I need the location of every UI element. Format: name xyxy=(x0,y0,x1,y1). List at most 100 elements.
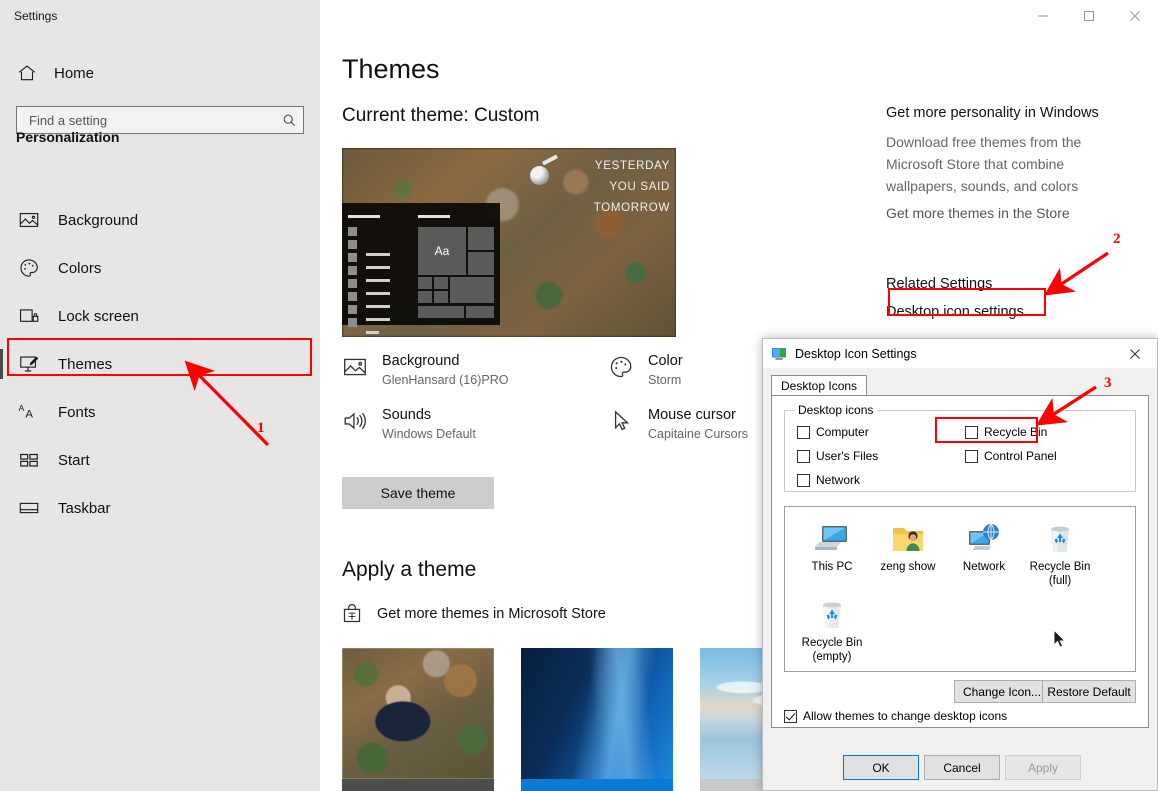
checkbox-box[interactable] xyxy=(965,425,978,439)
preview-icon-recycle-bin-full[interactable]: Recycle Bin (full) xyxy=(1021,519,1099,588)
sidebar-home-label: Home xyxy=(54,64,95,82)
close-icon xyxy=(1130,11,1140,21)
preview-icon-recycle-bin-empty[interactable]: Recycle Bin (empty) xyxy=(793,595,871,664)
palette-icon xyxy=(610,356,632,378)
preview-quote: YESTERDAY YOU SAID TOMORROW xyxy=(594,156,670,219)
checkbox-allow-themes-change-icons[interactable]: Allow themes to change desktop icons xyxy=(784,709,1007,723)
checkbox-control-panel[interactable]: Control Panel xyxy=(965,449,1057,463)
get-more-themes-microsoft-store-link[interactable]: Get more themes in Microsoft Store xyxy=(342,604,606,624)
maximize-icon xyxy=(1084,11,1094,21)
apply-button: Apply xyxy=(1005,755,1081,780)
theme-setting-background[interactable]: Background GlenHansard (16)PRO xyxy=(342,352,508,389)
dialog-title: Desktop Icon Settings xyxy=(795,346,917,361)
quote-line: YOU SAID xyxy=(609,181,670,193)
start-menu-tiles: Aa xyxy=(418,227,496,321)
checkbox-users-files[interactable]: User's Files xyxy=(797,449,878,463)
sidebar-item-fonts[interactable]: A A Fonts xyxy=(0,388,320,436)
theme-thumbnail[interactable] xyxy=(521,648,673,791)
minimize-button[interactable] xyxy=(1020,0,1066,32)
quote-line: TOMORROW xyxy=(593,202,670,214)
theme-setting-sounds[interactable]: Sounds Windows Default xyxy=(342,406,476,443)
checkbox-box[interactable] xyxy=(797,473,810,487)
checkbox-computer[interactable]: Computer xyxy=(797,425,869,439)
thumbnail-image xyxy=(521,648,673,779)
setting-value: Storm xyxy=(648,373,682,387)
start-menu-header-line xyxy=(348,215,380,218)
close-button[interactable] xyxy=(1112,0,1158,32)
theme-preview: YESTERDAY YOU SAID TOMORROW Aa xyxy=(342,148,676,337)
sidebar-nav: Background Colors Lock screen Themes A A… xyxy=(0,196,320,532)
taskbar-icon xyxy=(19,502,39,514)
palette-icon xyxy=(20,259,38,277)
sidebar-label: Fonts xyxy=(58,403,96,421)
checkbox-recycle-bin[interactable]: Recycle Bin xyxy=(965,425,1047,439)
setting-value: GlenHansard (16)PRO xyxy=(382,373,509,387)
sidebar-item-start[interactable]: Start xyxy=(0,436,320,484)
picture-icon xyxy=(19,213,39,227)
sidebar-item-home[interactable]: Home xyxy=(16,60,306,86)
preview-lens-decor xyxy=(530,166,549,185)
thumbnail-accent-bar xyxy=(521,779,673,791)
theme-thumbnail[interactable] xyxy=(342,648,494,791)
start-tiles-header-line xyxy=(418,215,450,218)
ok-button[interactable]: OK xyxy=(843,755,919,780)
restore-default-button[interactable]: Restore Default xyxy=(1042,680,1136,703)
paintbrush-icon xyxy=(20,356,38,372)
tab-desktop-icons[interactable]: Desktop Icons xyxy=(771,375,868,396)
checkbox-box[interactable] xyxy=(797,425,810,439)
preview-icon-caption: Recycle Bin (empty) xyxy=(801,637,863,663)
sidebar-item-colors[interactable]: Colors xyxy=(0,244,320,292)
search-icon xyxy=(283,114,295,126)
preview-icon-network[interactable]: Network xyxy=(945,519,1023,574)
checkbox-box[interactable] xyxy=(797,449,810,463)
dialog-body: Desktop Icons Desktop icons Computer Rec… xyxy=(763,368,1157,790)
quote-line: YESTERDAY xyxy=(594,160,670,172)
sidebar-item-themes[interactable]: Themes xyxy=(0,340,320,388)
dialog-footer: OK Cancel Apply xyxy=(763,755,1157,780)
current-theme-label: Current theme: Custom xyxy=(342,105,540,126)
preview-icon-caption: Recycle Bin (full) xyxy=(1029,561,1091,587)
checkbox-box[interactable] xyxy=(784,709,797,723)
desktop-icons-group: Desktop icons Computer Recycle Bin User'… xyxy=(784,403,1136,492)
related-settings-heading: Related Settings xyxy=(886,276,993,292)
theme-setting-color[interactable]: Color Storm xyxy=(608,352,683,389)
theme-setting-mouse-cursor[interactable]: Mouse cursor Capitaine Cursors xyxy=(608,406,748,443)
save-theme-button[interactable]: Save theme xyxy=(342,477,494,509)
cancel-button[interactable]: Cancel xyxy=(924,755,1000,780)
mouse-pointer-icon xyxy=(1053,629,1067,648)
setting-title: Color xyxy=(648,353,683,369)
get-more-themes-store-link[interactable]: Get more themes in the Store xyxy=(886,202,1136,224)
dialog-title-bar: Desktop Icon Settings xyxy=(763,339,1157,368)
search-input[interactable] xyxy=(29,112,282,128)
checkbox-label: Control Panel xyxy=(984,449,1057,463)
right-panel-body: Download free themes from the Microsoft … xyxy=(886,134,1082,194)
store-link-label: Get more themes in Microsoft Store xyxy=(377,606,606,622)
recycle-bin-empty-icon xyxy=(793,595,871,633)
right-panel-heading: Get more personality in Windows xyxy=(886,105,1099,121)
user-folder-icon xyxy=(869,519,947,557)
group-legend: Desktop icons xyxy=(794,403,878,417)
setting-title: Mouse cursor xyxy=(648,407,736,423)
right-info-panel: Get more personality in Windows Download… xyxy=(886,103,1136,320)
maximize-button[interactable] xyxy=(1066,0,1112,32)
change-icon-button[interactable]: Change Icon... xyxy=(954,680,1050,703)
apply-theme-heading: Apply a theme xyxy=(342,558,477,581)
sidebar-item-background[interactable]: Background xyxy=(0,196,320,244)
preview-icon-user-folder[interactable]: zeng show xyxy=(869,519,947,574)
dialog-close-button[interactable] xyxy=(1113,339,1157,368)
desktop-icon-settings-link[interactable]: Desktop icon settings xyxy=(886,304,1136,320)
close-icon xyxy=(1130,348,1140,359)
home-icon xyxy=(18,65,36,81)
sidebar-label: Taskbar xyxy=(58,499,111,517)
preview-icon-this-pc[interactable]: This PC xyxy=(793,519,871,574)
checkbox-label: Recycle Bin xyxy=(984,425,1048,439)
sidebar-label: Colors xyxy=(58,259,102,277)
checkbox-label: User's Files xyxy=(816,449,879,463)
checkbox-box[interactable] xyxy=(965,449,978,463)
sidebar-item-lock-screen[interactable]: Lock screen xyxy=(0,292,320,340)
sidebar-label: Start xyxy=(58,451,90,469)
start-tile-aa: Aa xyxy=(418,227,466,275)
checkbox-network[interactable]: Network xyxy=(797,473,860,487)
sidebar-item-taskbar[interactable]: Taskbar xyxy=(0,484,320,532)
microsoft-store-icon xyxy=(343,604,361,623)
